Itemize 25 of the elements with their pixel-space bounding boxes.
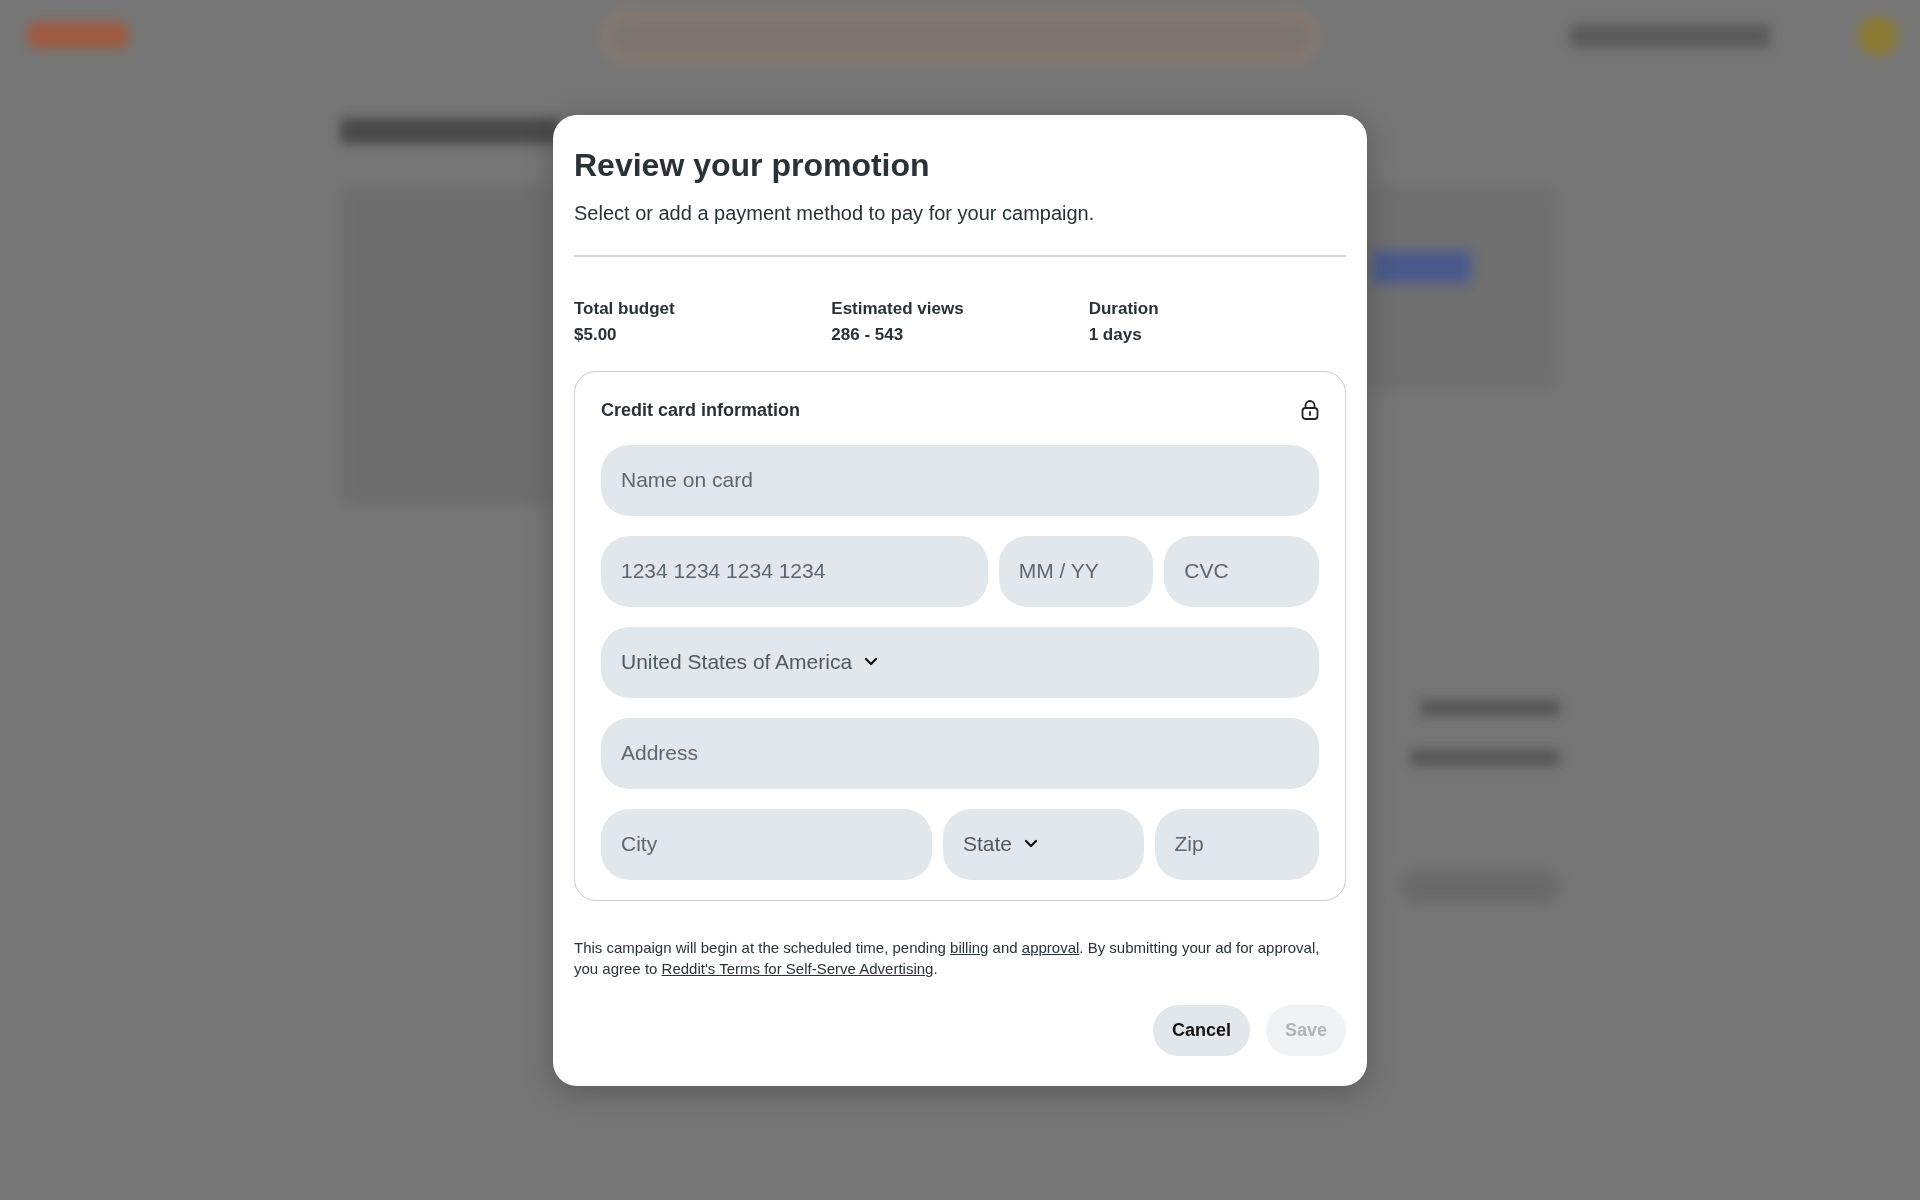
input-field[interactable]: Address: [601, 717, 1319, 789]
summary-value: 286 - 543: [831, 324, 905, 345]
terms-link[interactable]: Reddit's Terms for Self-Serve Advertising: [661, 959, 934, 977]
chevron-down-icon: [1024, 839, 1038, 849]
input-field[interactable]: MM / YY: [998, 535, 1154, 607]
input-field[interactable]: City: [601, 808, 932, 880]
terms-link[interactable]: billing: [950, 938, 989, 956]
summary-value: 1 days: [1088, 324, 1143, 345]
summary-label: Duration: [1088, 298, 1160, 319]
input-field[interactable]: 1234 1234 1234 1234: [601, 535, 988, 607]
lock-icon: [1301, 400, 1319, 420]
chevron-down-icon: [864, 657, 879, 667]
summary-label: Total budget: [574, 298, 676, 319]
select-dropdown[interactable]: State: [942, 808, 1144, 880]
input-field[interactable]: CVC: [1164, 535, 1319, 607]
dialog-title: Review your promotion: [574, 146, 931, 184]
terms-text: This campaign will begin at the scheduled time, pending billing and approval. By submitting your ad for approval, you agree to Reddit's Terms for Self-Serve Advertising.: [574, 937, 1321, 979]
select-dropdown[interactable]: United States of America: [601, 626, 1319, 698]
input-field[interactable]: Name on card: [601, 444, 1319, 516]
dialog-button[interactable]: Cancel: [1152, 1004, 1250, 1056]
dialog-subtitle: Select or add a payment method to pay for your campaign.: [574, 201, 1096, 225]
summary-label: Estimated views: [831, 298, 965, 319]
summary-value: $5.00: [574, 324, 618, 345]
input-field[interactable]: Zip: [1154, 808, 1319, 880]
card-section-title: Credit card information: [601, 399, 801, 421]
